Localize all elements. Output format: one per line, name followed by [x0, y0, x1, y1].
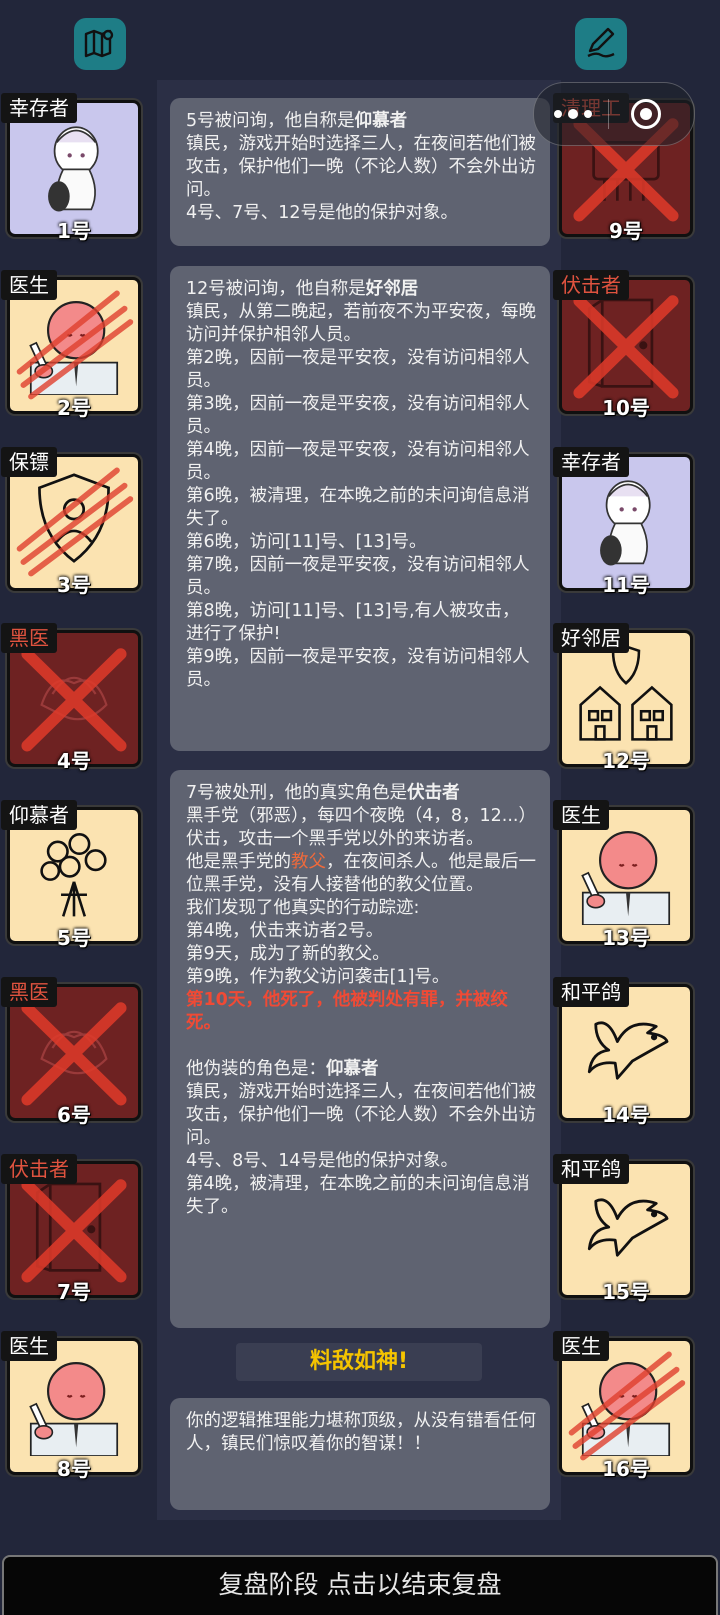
role-label: 医生: [1, 1330, 57, 1361]
survivor-portrait-icon: [569, 464, 683, 572]
message-card-player7: 7号被处刑，他的真实角色是伏击者 黑手党（邪恶），每四个夜晚（4，8，12...…: [170, 770, 550, 1328]
ambusher-portrait-icon: [569, 287, 683, 395]
player-card-right-4[interactable]: 好邻居 12号: [553, 623, 693, 773]
admirer-portrait-icon: [17, 817, 131, 925]
role-label: 黑医: [1, 977, 57, 1007]
player-card-left-1[interactable]: 幸存者 1号: [1, 93, 141, 243]
message-card-player5: 5号被问询，他自称是仰慕者 镇民，游戏开始时选择三人，在夜间若他们被攻击，保护他…: [170, 98, 550, 246]
role-label: 和平鸽: [553, 977, 629, 1007]
player-number: 8号: [57, 1456, 91, 1481]
achievement-banner: 料敌如神!: [236, 1343, 482, 1381]
player-card-left-8[interactable]: 医生 8号: [1, 1330, 141, 1481]
player-number: 6号: [57, 1103, 91, 1127]
player-number: 7号: [57, 1279, 91, 1304]
player-card-right-3[interactable]: 幸存者 11号: [553, 446, 693, 597]
notes-button[interactable]: [575, 18, 627, 70]
player-card-right-2[interactable]: 伏击者 10号: [553, 269, 693, 420]
player-card-left-2[interactable]: 医生 2号: [1, 269, 141, 420]
role-label: 医生: [1, 269, 57, 300]
role-label: 幸存者: [1, 93, 77, 123]
role-label: 伏击者: [1, 1153, 77, 1184]
map-icon: [83, 25, 117, 63]
end-review-button[interactable]: 复盘阶段 点击以结束复盘: [2, 1555, 718, 1615]
message-card-evaluation: 你的逻辑推理能力堪称顶级，从没有错看任何人，镇民们惊叹着你的智谋！！: [170, 1398, 550, 1510]
more-menu-icon[interactable]: [554, 108, 592, 119]
player-number: 1号: [57, 219, 91, 243]
dove-portrait-icon: [569, 994, 683, 1102]
map-button[interactable]: [74, 18, 126, 70]
blackdoc-portrait-icon: [17, 994, 131, 1102]
role-label: 医生: [553, 800, 609, 831]
blackdoc-portrait-icon: [17, 640, 131, 748]
role-label: 好邻居: [553, 623, 629, 654]
player-number: 2号: [57, 395, 91, 420]
role-label: 仰慕者: [1, 800, 77, 831]
doctor-portrait-icon: [569, 1348, 683, 1456]
role-label: 保镖: [1, 446, 57, 477]
player-card-left-7[interactable]: 伏击者 7号: [1, 1153, 141, 1304]
player-card-right-8[interactable]: 医生 16号: [553, 1330, 693, 1481]
message-card-player12: 12号被问询，他自称是好邻居 镇民，从第二晚起，若前夜不为平安夜，每晚访问并保护…: [170, 266, 550, 751]
player-card-right-5[interactable]: 医生 13号: [553, 800, 693, 950]
player-number: 11号: [602, 572, 650, 597]
notepad-pen-icon: [584, 25, 618, 63]
player-number: 4号: [57, 749, 91, 774]
player-card-left-6[interactable]: 黑医 6号: [1, 977, 141, 1127]
player-number: 12号: [602, 749, 650, 774]
dove-portrait-icon: [569, 1171, 683, 1279]
neighbor-portrait-icon: [569, 640, 683, 748]
role-label: 伏击者: [553, 269, 629, 300]
player-number: 16号: [602, 1456, 650, 1481]
survivor-portrait-icon: [17, 110, 131, 218]
player-card-right-6[interactable]: 和平鸽 14号: [553, 977, 693, 1127]
player-number: 13号: [602, 926, 650, 951]
close-target-icon[interactable]: [631, 99, 661, 129]
player-card-left-5[interactable]: 仰慕者 5号: [1, 800, 141, 950]
doctor-portrait-icon: [17, 287, 131, 395]
bodyguard-portrait-icon: [17, 464, 131, 572]
player-card-left-4[interactable]: 黑医 4号: [1, 623, 141, 773]
doctor-portrait-icon: [569, 817, 683, 926]
player-number: 3号: [57, 572, 91, 597]
role-label: 黑医: [1, 623, 57, 654]
player-number: 9号: [609, 219, 643, 243]
player-card-left-3[interactable]: 保镖 3号: [1, 446, 141, 597]
player-number: 15号: [602, 1279, 650, 1304]
role-label: 幸存者: [553, 446, 629, 477]
role-label: 医生: [553, 1330, 609, 1361]
role-label: 和平鸽: [553, 1153, 629, 1184]
player-number: 14号: [602, 1103, 650, 1127]
miniprogram-capsule: [533, 82, 695, 146]
player-card-right-7[interactable]: 和平鸽 15号: [553, 1153, 693, 1304]
player-number: 5号: [57, 926, 91, 951]
ambusher-portrait-icon: [17, 1171, 131, 1279]
doctor-portrait-icon: [17, 1348, 131, 1456]
player-number: 10号: [602, 395, 650, 420]
